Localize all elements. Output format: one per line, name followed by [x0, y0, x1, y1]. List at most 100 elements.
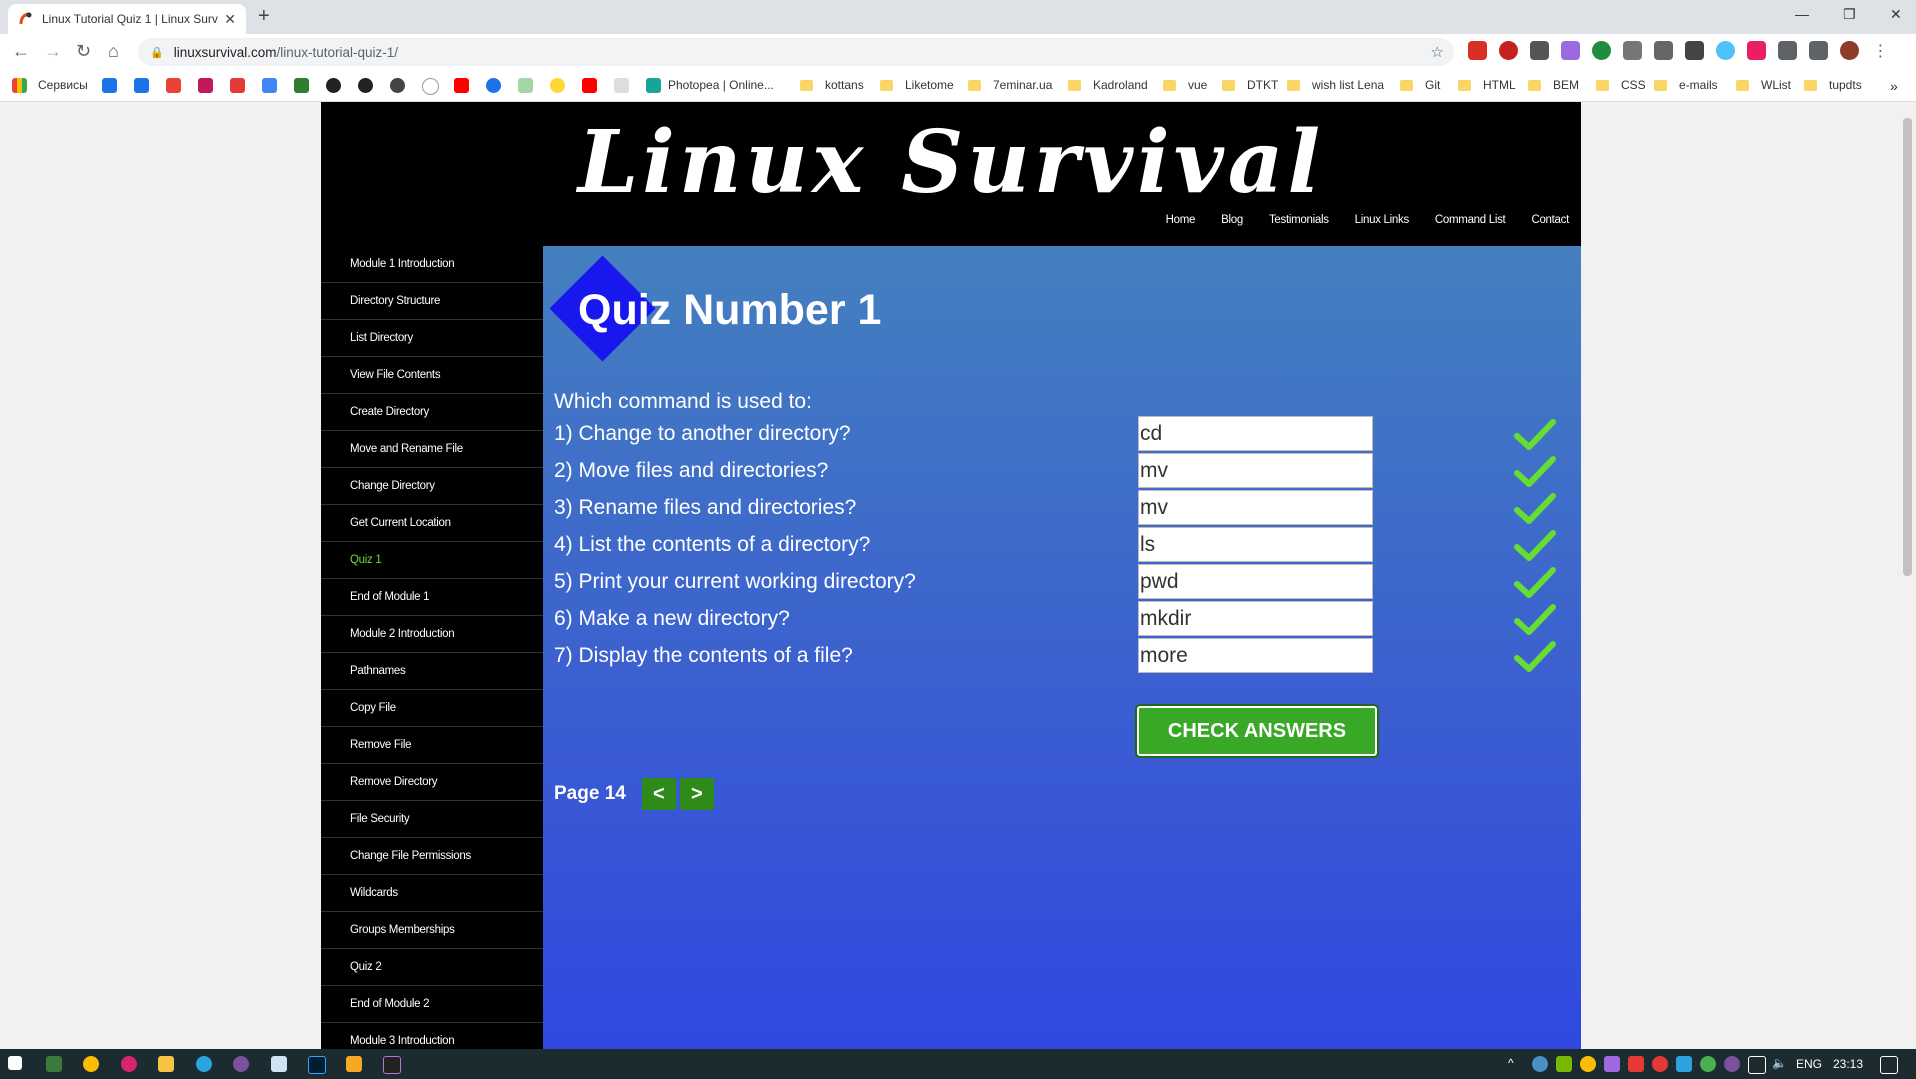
answer-input[interactable]: [1138, 527, 1373, 562]
tray-icon[interactable]: [1604, 1056, 1620, 1072]
bookmark-gmail-icon[interactable]: [166, 78, 181, 93]
sidebar-item[interactable]: Module 3 Introduction: [321, 1023, 543, 1049]
bookmark-folder[interactable]: HTML: [1458, 78, 1516, 92]
taskbar-phpstorm-icon[interactable]: [383, 1056, 401, 1074]
bookmark-icon[interactable]: [550, 78, 565, 93]
sidebar-item[interactable]: View File Contents: [321, 357, 543, 394]
bookmark-youtube-icon[interactable]: [582, 78, 597, 93]
sidebar-item[interactable]: Directory Structure: [321, 283, 543, 320]
sidebar-item[interactable]: End of Module 2: [321, 986, 543, 1023]
taskbar-app-icon[interactable]: [121, 1056, 137, 1072]
bookmark-youtube-icon[interactable]: [454, 78, 469, 93]
volume-icon[interactable]: 🔈: [1772, 1056, 1788, 1072]
bookmark-translate-icon[interactable]: [262, 78, 277, 93]
bookmark-icon[interactable]: [198, 78, 213, 93]
tray-chevron-icon[interactable]: ^: [1508, 1056, 1524, 1072]
more-bookmarks-icon[interactable]: »: [1890, 78, 1898, 94]
bookmark-cc-icon[interactable]: [614, 78, 629, 93]
sidebar-item[interactable]: List Directory: [321, 320, 543, 357]
sidebar-item[interactable]: Remove Directory: [321, 764, 543, 801]
extension-icon[interactable]: [1623, 41, 1642, 60]
extension-icon[interactable]: [1561, 41, 1580, 60]
sidebar-item[interactable]: Get Current Location: [321, 505, 543, 542]
taskbar-notepad-icon[interactable]: [271, 1056, 287, 1072]
sidebar-item[interactable]: Remove File: [321, 727, 543, 764]
tray-icon[interactable]: [1676, 1056, 1692, 1072]
bookmark-folder[interactable]: BEM: [1528, 78, 1579, 92]
sidebar-item[interactable]: Wildcards: [321, 875, 543, 912]
taskbar-telegram-icon[interactable]: [196, 1056, 212, 1072]
windows-start-icon[interactable]: [8, 1056, 22, 1070]
bookmark-folder[interactable]: Git: [1400, 78, 1440, 92]
browser-tab[interactable]: Linux Tutorial Quiz 1 | Linux Surv ✕: [8, 4, 246, 34]
extension-icon[interactable]: [1592, 41, 1611, 60]
extension-icon[interactable]: [1716, 41, 1735, 60]
tray-icon[interactable]: [1628, 1056, 1644, 1072]
sidebar-item[interactable]: Pathnames: [321, 653, 543, 690]
sidebar-item[interactable]: Module 1 Introduction: [321, 246, 543, 283]
next-page-button[interactable]: >: [679, 778, 714, 810]
address-bar[interactable]: 🔒 linuxsurvival.com/linux-tutorial-quiz-…: [138, 38, 1454, 66]
bookmark-folder[interactable]: Kadroland: [1068, 78, 1148, 92]
answer-input[interactable]: [1138, 490, 1373, 525]
notifications-icon[interactable]: [1880, 1056, 1898, 1074]
extension-icon[interactable]: [1747, 41, 1766, 60]
language-indicator[interactable]: ENG: [1796, 1057, 1822, 1071]
taskbar-explorer-icon[interactable]: [158, 1056, 174, 1072]
nav-linux-links[interactable]: Linux Links: [1355, 214, 1410, 226]
bookmark-github-icon[interactable]: [358, 78, 373, 93]
sidebar-item[interactable]: Groups Memberships: [321, 912, 543, 949]
new-tab-icon[interactable]: +: [258, 5, 270, 28]
sidebar-item[interactable]: Quiz 2: [321, 949, 543, 986]
sidebar-item[interactable]: Module 2 Introduction: [321, 616, 543, 653]
close-tab-icon[interactable]: ✕: [224, 11, 236, 28]
extension-icon[interactable]: [1654, 41, 1673, 60]
check-answers-button[interactable]: CHECK ANSWERS: [1135, 704, 1379, 758]
reload-icon[interactable]: ↻: [76, 41, 91, 62]
bookmark-icon[interactable]: [486, 78, 501, 93]
extension-icon[interactable]: [1499, 41, 1518, 60]
gmail-extension-icon[interactable]: [1468, 41, 1487, 60]
network-icon[interactable]: [1748, 1056, 1766, 1074]
sidebar-item-active[interactable]: Quiz 1: [321, 542, 543, 579]
answer-input[interactable]: [1138, 638, 1373, 673]
bookmark-icon[interactable]: [230, 78, 245, 93]
bookmark-folder[interactable]: vue: [1163, 78, 1207, 92]
nav-blog[interactable]: Blog: [1221, 214, 1243, 226]
bookmark-icon[interactable]: [326, 78, 341, 93]
tray-icon[interactable]: [1652, 1056, 1668, 1072]
nav-command-list[interactable]: Command List: [1435, 214, 1506, 226]
sidebar-item[interactable]: Change Directory: [321, 468, 543, 505]
minimize-icon[interactable]: —: [1795, 6, 1809, 22]
bookmark-folder[interactable]: e-mails: [1654, 78, 1718, 92]
bookmark-folder[interactable]: wish list Lena: [1287, 78, 1384, 92]
nav-testimonials[interactable]: Testimonials: [1269, 214, 1329, 226]
bookmark-folder[interactable]: 7eminar.ua: [968, 78, 1052, 92]
nav-home[interactable]: Home: [1166, 214, 1196, 226]
avatar[interactable]: [1840, 41, 1859, 60]
taskbar-photoshop-icon[interactable]: [308, 1056, 326, 1074]
puzzle-extensions-icon[interactable]: [1778, 41, 1797, 60]
tray-chrome-icon[interactable]: [1580, 1056, 1596, 1072]
site-logo[interactable]: Linux Survival: [321, 112, 1581, 213]
bookmark-icon[interactable]: [518, 78, 533, 93]
tray-icon[interactable]: [1532, 1056, 1548, 1072]
bookmark-icon[interactable]: [390, 78, 405, 93]
answer-input[interactable]: [1138, 601, 1373, 636]
taskbar-chrome-icon[interactable]: [83, 1056, 99, 1072]
sidebar-item[interactable]: Create Directory: [321, 394, 543, 431]
bookmark-photopea[interactable]: Photopea | Online...: [668, 78, 774, 92]
clock[interactable]: 23:13: [1833, 1057, 1863, 1071]
bookmark-icon[interactable]: [134, 78, 149, 93]
page-scrollbar[interactable]: [1899, 102, 1916, 1049]
bookmark-photopea-icon[interactable]: [646, 78, 661, 93]
bookmark-folder[interactable]: tupdts: [1804, 78, 1862, 92]
answer-input[interactable]: [1138, 453, 1373, 488]
bookmark-folder[interactable]: DTKT: [1222, 78, 1278, 92]
back-icon[interactable]: ←: [12, 41, 30, 62]
prev-page-button[interactable]: <: [641, 778, 676, 810]
tray-viber-icon[interactable]: [1724, 1056, 1740, 1072]
bookmark-folder[interactable]: Liketome: [880, 78, 954, 92]
bookmark-apps[interactable]: Сервисы: [38, 78, 88, 92]
bookmark-star-icon[interactable]: ☆: [1431, 43, 1444, 61]
